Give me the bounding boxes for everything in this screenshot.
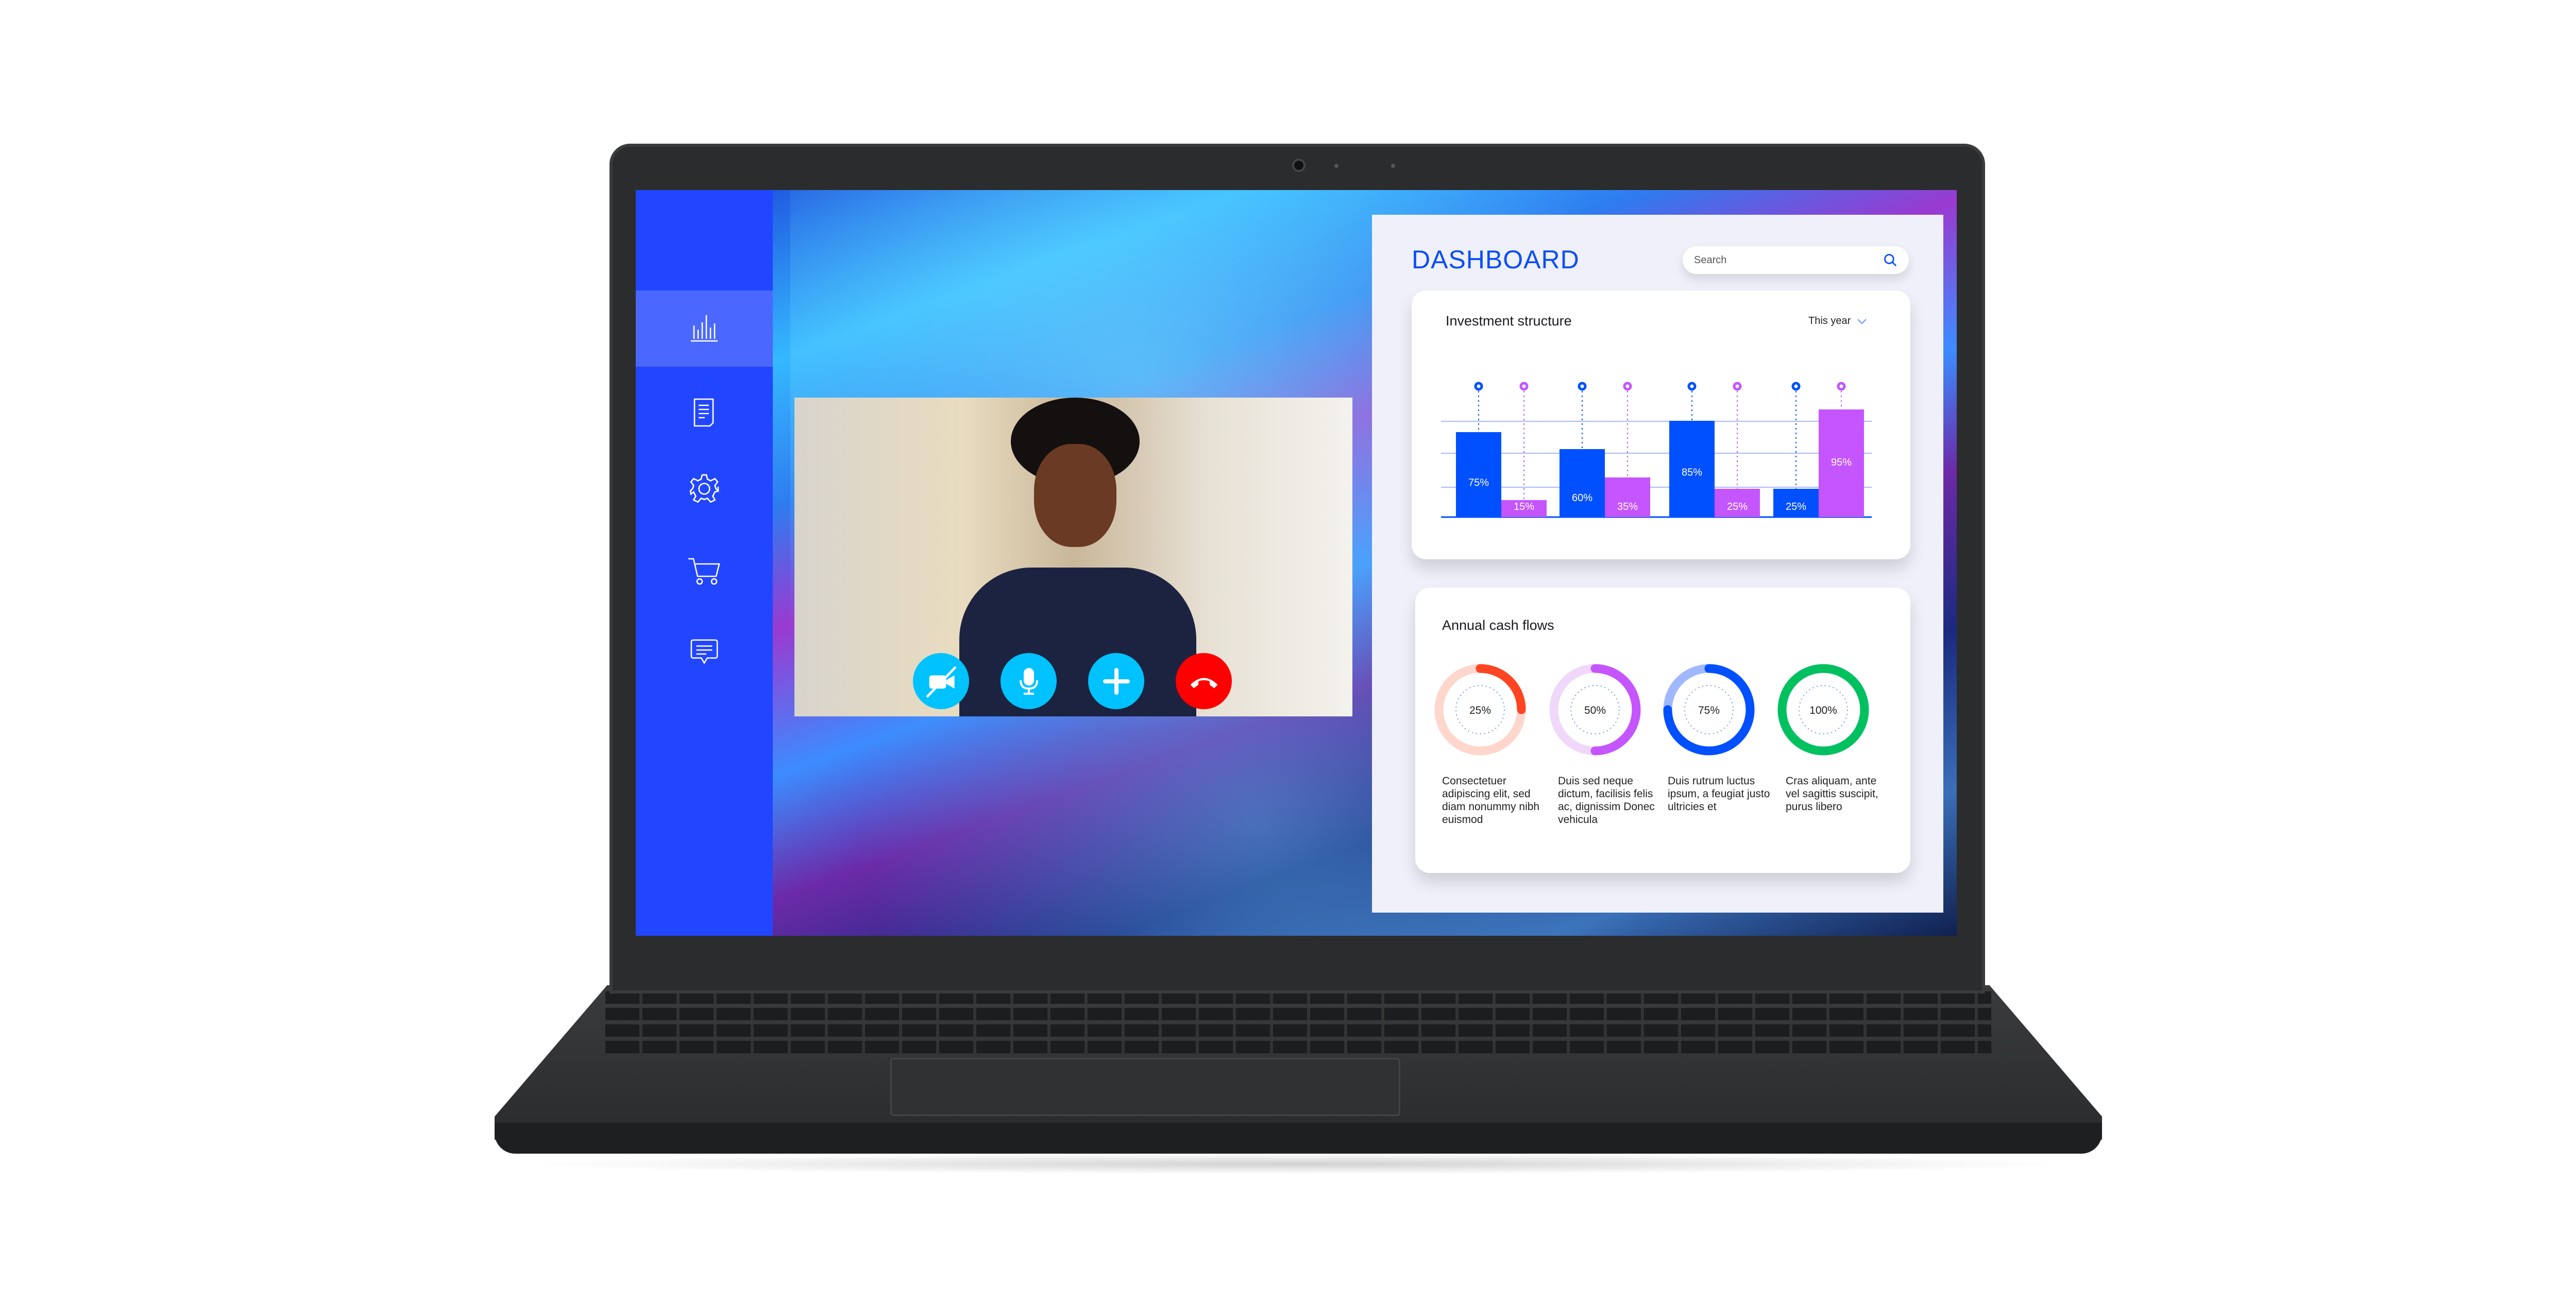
- ring-value-label: 50%: [1584, 705, 1606, 716]
- bar-value-label: 25%: [1786, 501, 1806, 512]
- microphone-button[interactable]: [1001, 653, 1057, 709]
- ring-value-label: 100%: [1809, 705, 1837, 716]
- bar-value-label: 95%: [1831, 457, 1852, 468]
- sensor-dot: [1391, 164, 1395, 168]
- bar-value-label: 35%: [1617, 501, 1638, 512]
- sidebar-item-analytics[interactable]: [636, 290, 773, 367]
- sidebar: [636, 190, 773, 936]
- ring-description: Consectetuer adipiscing elit, sed diam n…: [1442, 775, 1540, 826]
- search-placeholder: Search: [1694, 254, 1727, 266]
- keyboard: [605, 991, 1991, 1053]
- document-icon: [693, 398, 714, 427]
- ring-description: Cras aliquam, ante vel sagittis suscipit…: [1786, 775, 1878, 813]
- sidebar-item-messages[interactable]: [636, 614, 773, 690]
- ring-value-label: 75%: [1698, 705, 1720, 716]
- ring-value-label: 25%: [1469, 705, 1491, 716]
- cart-icon: [688, 558, 720, 585]
- camera-off-icon: [925, 665, 957, 698]
- bar-pin-marker: [1733, 382, 1742, 391]
- bar-value-label: 60%: [1572, 492, 1592, 504]
- touchpad: [890, 1058, 1400, 1116]
- bar-value-label: 85%: [1682, 467, 1702, 478]
- hang-up-button[interactable]: [1176, 653, 1232, 709]
- dashboard-panel: DASHBOARD Search Investment structure Th…: [1372, 215, 1943, 913]
- sidebar-item-documents[interactable]: [636, 374, 773, 451]
- bar-pin-marker: [1837, 382, 1846, 391]
- camera-off-button[interactable]: [913, 653, 969, 709]
- chat-icon: [690, 639, 718, 664]
- sidebar-item-shop[interactable]: [636, 533, 773, 609]
- add-participant-button[interactable]: [1088, 653, 1144, 709]
- search-icon[interactable]: [1883, 253, 1897, 267]
- webcam-icon: [1292, 159, 1306, 172]
- sensor-dot: [1334, 164, 1338, 168]
- plus-icon: [1103, 667, 1130, 695]
- investment-structure-card: Investment structure This year 75% 60% 85%…: [1412, 290, 1910, 559]
- search-input[interactable]: Search: [1683, 246, 1909, 274]
- bar: [1560, 449, 1605, 517]
- page-title: DASHBOARD: [1412, 245, 1580, 274]
- bar-value-label: 25%: [1727, 501, 1748, 512]
- bar: [1456, 432, 1501, 517]
- bar-value-label: 75%: [1468, 477, 1489, 489]
- bar-pin-marker: [1791, 382, 1801, 391]
- bar-pin-marker: [1474, 382, 1483, 391]
- laptop-base-edge: [495, 1123, 2102, 1154]
- participant-video: [959, 568, 1196, 716]
- sidebar-item-settings[interactable]: [636, 451, 773, 527]
- bar-pin-marker: [1578, 382, 1587, 391]
- bar-pin-marker: [1519, 382, 1529, 391]
- bar-chart-icon: [691, 315, 718, 342]
- bar-value-label: 15%: [1514, 501, 1534, 512]
- bar-pin-marker: [1687, 382, 1697, 391]
- bar-pin-marker: [1623, 382, 1632, 391]
- investment-bar-chart: 75% 60% 85% 25% 15% 35% 25% 95%: [1441, 382, 1872, 518]
- cash-flow-rings: 25% 50% 75% 100%: [1434, 664, 1869, 756]
- gear-icon: [689, 474, 719, 503]
- ring-description: Duis rutrum luctus ipsum, a feugiat just…: [1668, 775, 1770, 813]
- hang-up-icon: [1190, 677, 1217, 688]
- participant-video: [1034, 444, 1116, 547]
- laptop-shadow: [515, 1154, 2081, 1174]
- annual-cash-flows-card: Annual cash flows 25% 50% 75% 100% Consecte…: [1415, 588, 1910, 873]
- microphone-icon: [1019, 667, 1038, 695]
- screen: DASHBOARD Search Investment structure Th…: [636, 190, 1957, 936]
- video-call-window: [794, 398, 1352, 716]
- ring-description: Duis sed neque dictum, facilisis felis a…: [1558, 775, 1655, 826]
